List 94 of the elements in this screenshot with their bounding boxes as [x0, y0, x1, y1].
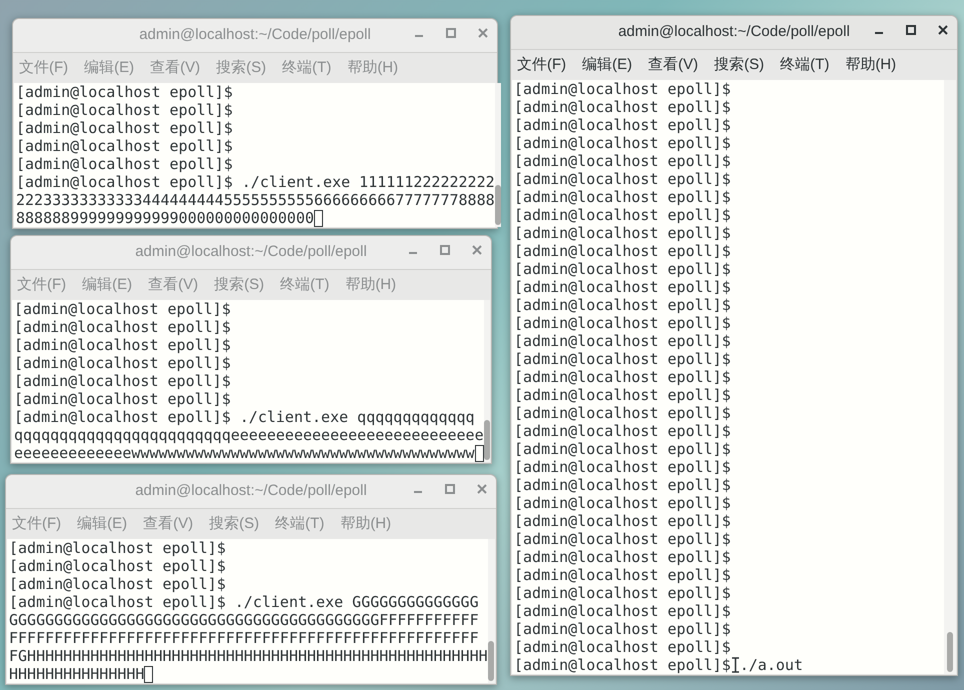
- menu-item[interactable]: 文件(F): [19, 56, 68, 80]
- menu-item[interactable]: 编辑(E): [582, 54, 632, 76]
- terminal-line: [admin@localhost epoll]$: [514, 224, 731, 242]
- menu-item[interactable]: 搜索(S): [714, 54, 764, 76]
- menu-item[interactable]: 查看(V): [148, 274, 198, 296]
- terminal-line: [admin@localhost epoll]$: [514, 134, 731, 152]
- menu-item[interactable]: 搜索(S): [209, 512, 260, 536]
- terminal-line: [admin@localhost epoll]$: [14, 354, 231, 372]
- window-title: admin@localhost:~/Code/poll/epoll: [135, 242, 367, 262]
- terminal-line: [admin@localhost epoll]$: [14, 390, 231, 408]
- terminal-line: [admin@localhost epoll]$: [514, 458, 731, 476]
- menu-item[interactable]: 搜索(S): [214, 274, 264, 296]
- terminal-line: GGGGGGGGGGGGGGGGGGGGGGGGGGGGGGGGGGGGGGGGGFFFFFFFFFFF: [9, 611, 479, 629]
- maximize-icon[interactable]: [905, 24, 917, 36]
- terminal-line: [admin@localhost epoll]$: [514, 368, 731, 386]
- menu-item[interactable]: 编辑(E): [84, 56, 134, 80]
- terminal-line: [admin@localhost epoll]$: [514, 656, 731, 674]
- terminal-line: [admin@localhost epoll]$: [16, 83, 233, 101]
- terminal-line: [admin@localhost epoll]$: [514, 548, 731, 566]
- terminal-line: [admin@localhost epoll]$: [514, 206, 731, 224]
- terminal-line: eeeeeeeeeeeeewwwwwwwwwwwwwwwwwwwwwwwwwwwwwwwwwwwwww: [14, 444, 475, 462]
- terminal-line: [admin@localhost epoll]$ ./client.exe GGGGGGGGGGGGGG: [9, 593, 479, 611]
- terminal-line: [admin@localhost epoll]$: [514, 566, 731, 584]
- scrollbar[interactable]: [944, 80, 956, 674]
- terminal-line: [admin@localhost epoll]$: [514, 188, 731, 206]
- menu-item[interactable]: 终端(T): [282, 56, 332, 80]
- terminal-line: [admin@localhost epoll]$: [514, 332, 731, 350]
- terminal-line: qqqqqqqqqqqqqqqqqqqqqqqqeeeeeeeeeeeeeeeeeeeeeeeeeeee: [14, 426, 484, 444]
- terminal-line: [admin@localhost epoll]$: [14, 336, 231, 354]
- menu-item[interactable]: 文件(F): [12, 512, 62, 536]
- terminal-line: [admin@localhost epoll]$: [514, 620, 731, 638]
- terminal-line: [admin@localhost epoll]$: [14, 372, 231, 390]
- terminal-line: [admin@localhost epoll]$: [16, 119, 233, 137]
- terminal-line: [admin@localhost epoll]$ ./client.exe 111111222222222: [16, 173, 495, 191]
- menu-item[interactable]: 编辑(E): [82, 274, 132, 296]
- menu-item[interactable]: 文件(F): [17, 274, 66, 296]
- i-beam-pointer-icon: [732, 657, 739, 673]
- terminal-line: [admin@localhost epoll]$: [514, 314, 731, 332]
- terminal-line: [admin@localhost epoll]$: [514, 80, 731, 98]
- scrollbar[interactable]: [488, 539, 495, 683]
- terminal-line: FFFFFFFFFFFFFFFFFFFFFFFFFFFFFFFFFFFFFFFFFFFFFFFFFFFF: [9, 629, 479, 647]
- window-title: admin@localhost:~/Code/poll/epoll: [618, 22, 850, 42]
- terminal-line: [admin@localhost epoll]$: [9, 575, 226, 593]
- close-icon[interactable]: [937, 24, 949, 36]
- scrollbar[interactable]: [494, 83, 501, 227]
- terminal-line: [admin@localhost epoll]$: [14, 300, 231, 318]
- terminal-line: [admin@localhost epoll]$: [514, 476, 731, 494]
- terminal-line: [admin@localhost epoll]$: [514, 422, 731, 440]
- command-text: ./a.out: [740, 656, 803, 674]
- terminal-line: [admin@localhost epoll]$ ./client.exe qqqqqqqqqqqqq: [14, 408, 475, 426]
- terminal-line: [admin@localhost epoll]$: [514, 242, 731, 260]
- terminal-line: 22233333333333444444444555555555566666666677777778888: [16, 191, 495, 209]
- window-title: admin@localhost:~/Code/poll/epoll: [139, 25, 371, 46]
- menu-item[interactable]: 查看(V): [143, 512, 194, 536]
- menu-item[interactable]: 帮助(H): [347, 56, 398, 80]
- terminal-line: FGHHHHHHHHHHHHHHHHHHHHHHHHHHHHHHHHHHHHHHHHHHHHHHHHHHH: [9, 647, 488, 665]
- terminal-line: [admin@localhost epoll]$: [514, 386, 731, 404]
- terminal-line: [admin@localhost epoll]$: [514, 512, 731, 530]
- terminal-line: [admin@localhost epoll]$: [16, 137, 233, 155]
- menu-item[interactable]: 终端(T): [275, 512, 324, 536]
- terminal-line: [admin@localhost epoll]$: [514, 602, 731, 620]
- menu-item[interactable]: 帮助(H): [340, 512, 392, 536]
- terminal-line: [admin@localhost epoll]$: [514, 530, 731, 548]
- menu-item[interactable]: 终端(T): [780, 54, 830, 76]
- terminal-line: [admin@localhost epoll]$: [14, 318, 231, 336]
- terminal-line: [admin@localhost epoll]$: [514, 584, 731, 602]
- terminal-line: HHHHHHHHHHHHHHH: [9, 665, 144, 683]
- menu-item[interactable]: 搜索(S): [216, 56, 266, 80]
- menu-item[interactable]: 编辑(E): [77, 512, 128, 536]
- terminal-line: [admin@localhost epoll]$: [514, 278, 731, 296]
- terminal-line: [admin@localhost epoll]$: [514, 440, 731, 458]
- terminal-line: [admin@localhost epoll]$: [9, 557, 226, 575]
- terminal-line: [admin@localhost epoll]$: [9, 539, 226, 557]
- scrollbar[interactable]: [484, 300, 490, 462]
- terminal-line: [admin@localhost epoll]$: [514, 638, 731, 656]
- terminal-line: [admin@localhost epoll]$: [514, 404, 731, 422]
- terminal-line: [admin@localhost epoll]$: [514, 494, 731, 512]
- terminal-line: [admin@localhost epoll]$: [514, 116, 731, 134]
- window-title: admin@localhost:~/Code/poll/epoll: [135, 481, 367, 502]
- terminal-line: [admin@localhost epoll]$: [514, 350, 731, 368]
- terminal-line: [admin@localhost epoll]$: [16, 155, 233, 173]
- terminal-line: [admin@localhost epoll]$: [514, 170, 731, 188]
- menu-item[interactable]: 查看(V): [648, 54, 698, 76]
- menu-item[interactable]: 文件(F): [517, 54, 566, 76]
- menu-item[interactable]: 帮助(H): [845, 54, 896, 76]
- terminal-line: 888888999999999999000000000000000: [16, 209, 314, 227]
- terminal-line: [admin@localhost epoll]$: [514, 260, 731, 278]
- menu-item[interactable]: 终端(T): [280, 274, 330, 296]
- menu-item[interactable]: 查看(V): [150, 56, 200, 80]
- terminal-line: [admin@localhost epoll]$: [16, 101, 233, 119]
- terminal-line: [admin@localhost epoll]$: [514, 296, 731, 314]
- menu-item[interactable]: 帮助(H): [345, 274, 396, 296]
- terminal-line: [admin@localhost epoll]$: [514, 152, 731, 170]
- terminal-line: [admin@localhost epoll]$: [514, 98, 731, 116]
